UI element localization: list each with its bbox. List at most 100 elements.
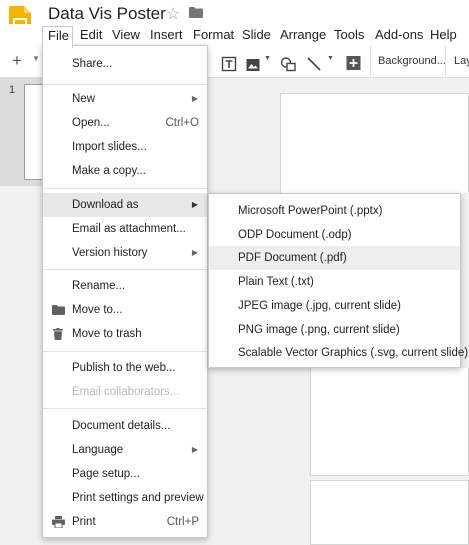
menu-item-document-details[interactable]: Document details... <box>43 414 207 438</box>
download-option-label: ODP Document (.odp) <box>238 229 352 241</box>
menu-bar: File Edit View Insert Format Slide Arran… <box>0 24 469 48</box>
slide-thumbnail-row[interactable]: 1 <box>0 78 44 186</box>
printer-icon <box>52 516 65 528</box>
download-option-txt[interactable]: Plain Text (.txt) <box>209 270 460 294</box>
menu-arrange[interactable]: Arrange <box>280 26 326 46</box>
menu-item-move-to[interactable]: Move to... <box>43 298 207 322</box>
shortcut-label: Ctrl+P <box>166 516 199 528</box>
menu-item-label: Download as <box>72 199 139 211</box>
download-option-odp[interactable]: ODP Document (.odp) <box>209 223 460 247</box>
menu-item-move-to-trash[interactable]: Move to trash <box>43 322 207 346</box>
menu-item-email-attachment[interactable]: Email as attachment... <box>43 217 207 241</box>
download-option-pptx[interactable]: Microsoft PowerPoint (.pptx) <box>209 199 460 223</box>
download-option-label: Plain Text (.txt) <box>238 276 314 288</box>
menu-file[interactable]: File <box>42 26 73 48</box>
slide-thumbnail[interactable] <box>24 84 44 180</box>
menu-item-download-as[interactable]: Download as ▶ <box>43 193 207 217</box>
menu-item-label: Page setup... <box>72 468 140 480</box>
title-bar: Data Vis Poster ☆ <box>0 0 469 36</box>
menu-addons[interactable]: Add-ons <box>375 26 423 46</box>
menu-item-language[interactable]: Language ▶ <box>43 438 207 462</box>
menu-item-label: Email collaborators... <box>72 386 180 398</box>
menu-item-version-history[interactable]: Version history ▶ <box>43 241 207 265</box>
menu-item-share[interactable]: Share... <box>43 52 207 76</box>
menu-item-import-slides[interactable]: Import slides... <box>43 135 207 159</box>
text-box-icon[interactable] <box>221 55 237 73</box>
menu-item-label: Move to trash <box>72 328 142 340</box>
submenu-arrow-icon: ▶ <box>191 248 198 257</box>
slide-page[interactable] <box>280 93 469 193</box>
toolbar-divider <box>370 46 371 78</box>
download-option-label: PNG image (.png, current slide) <box>238 324 400 336</box>
new-slide-dropdown-icon[interactable]: ▼ <box>32 54 40 72</box>
menu-item-publish-web[interactable]: Publish to the web... <box>43 356 207 380</box>
menu-item-label: Language <box>72 444 124 456</box>
menu-separator <box>43 351 207 352</box>
menu-item-page-setup[interactable]: Page setup... <box>43 462 207 486</box>
document-title[interactable]: Data Vis Poster <box>48 4 166 24</box>
line-icon[interactable] <box>307 55 321 73</box>
menu-item-label: Document details... <box>72 420 171 432</box>
new-slide-button[interactable]: + <box>12 51 22 70</box>
trash-icon <box>53 328 63 340</box>
menu-slide[interactable]: Slide <box>242 26 271 46</box>
slide-page[interactable] <box>310 480 469 545</box>
menu-item-label: Rename... <box>72 280 126 292</box>
menu-view[interactable]: View <box>112 26 140 46</box>
download-submenu: Microsoft PowerPoint (.pptx) ODP Documen… <box>208 193 468 368</box>
menu-item-print-settings[interactable]: Print settings and preview <box>43 486 207 510</box>
menu-item-label: Print settings and preview <box>72 492 204 504</box>
menu-item-make-copy[interactable]: Make a copy... <box>43 159 207 183</box>
star-icon[interactable]: ☆ <box>166 4 180 24</box>
download-option-png[interactable]: PNG image (.png, current slide) <box>209 318 460 342</box>
shortcut-label: Ctrl+O <box>165 117 199 129</box>
download-option-label: PDF Document (.pdf) <box>238 252 347 264</box>
download-option-jpg[interactable]: JPEG image (.jpg, current slide) <box>209 294 460 318</box>
menu-item-label: Make a copy... <box>72 165 146 177</box>
menu-item-print[interactable]: Print Ctrl+P <box>43 510 207 534</box>
menu-item-label: Open... <box>72 117 110 129</box>
folder-icon <box>52 305 65 315</box>
menu-tools[interactable]: Tools <box>334 26 364 46</box>
menu-item-label: Move to... <box>72 304 123 316</box>
menu-help[interactable]: Help <box>430 26 457 46</box>
submenu-arrow-icon: ▶ <box>191 94 198 103</box>
menu-item-label: Print <box>72 516 96 528</box>
menu-item-rename[interactable]: Rename... <box>43 274 207 298</box>
menu-item-open[interactable]: Open... Ctrl+O <box>43 111 207 135</box>
image-icon[interactable] <box>246 56 260 74</box>
menu-format[interactable]: Format <box>193 26 234 46</box>
download-option-label: JPEG image (.jpg, current slide) <box>238 300 401 312</box>
menu-item-label: Share... <box>72 58 113 70</box>
menu-item-email-collaborators: Email collaborators... <box>43 380 207 404</box>
menu-separator <box>43 84 207 85</box>
submenu-arrow-icon: ▶ <box>191 445 198 454</box>
download-option-svg[interactable]: Scalable Vector Graphics (.svg, current … <box>209 341 468 365</box>
menu-edit[interactable]: Edit <box>80 26 102 46</box>
slide-page[interactable] <box>310 368 469 476</box>
menu-item-label: New <box>72 93 96 105</box>
shape-icon[interactable] <box>280 55 297 73</box>
menu-separator <box>43 188 207 189</box>
file-menu: Share... New ▶ Open... Ctrl+O Import slide… <box>42 45 208 538</box>
menu-item-new[interactable]: New ▶ <box>43 87 207 111</box>
folder-icon[interactable] <box>189 7 203 18</box>
image-dropdown-icon[interactable]: ▼ <box>264 55 271 73</box>
filmstrip: 1 <box>0 78 44 545</box>
menu-item-label: Version history <box>72 247 148 259</box>
submenu-arrow-icon: ▶ <box>191 200 198 209</box>
menu-insert[interactable]: Insert <box>150 26 183 46</box>
download-option-label: Scalable Vector Graphics (.svg, current … <box>238 347 469 359</box>
line-dropdown-icon[interactable]: ▼ <box>327 55 334 73</box>
menu-item-label: Email as attachment... <box>72 223 186 235</box>
layout-button[interactable]: Lay <box>454 55 469 73</box>
download-option-pdf[interactable]: PDF Document (.pdf) <box>209 246 460 270</box>
menu-separator <box>43 408 207 409</box>
menu-item-label: Publish to the web... <box>72 362 176 374</box>
menu-item-label: Import slides... <box>72 141 147 153</box>
menu-separator <box>43 269 207 270</box>
comment-icon[interactable] <box>346 54 361 72</box>
background-button[interactable]: Background... <box>378 55 446 73</box>
toolbar-divider <box>445 46 446 78</box>
slide-number: 1 <box>9 84 16 96</box>
